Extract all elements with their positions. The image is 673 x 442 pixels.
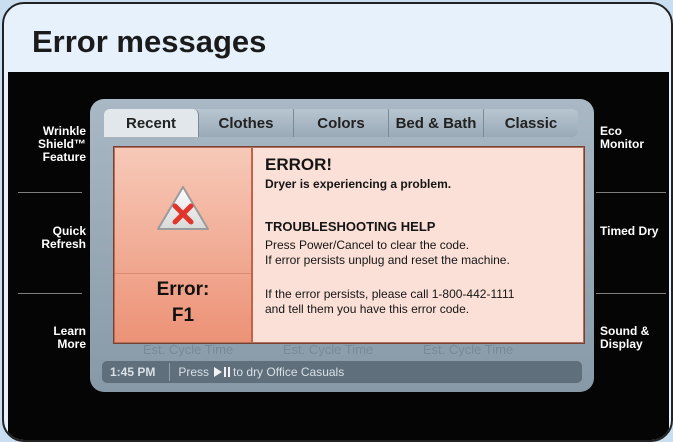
est-cycle-time: Est. Cycle Time (422, 342, 514, 357)
error-subtitle: Dryer is experiencing a problem. (265, 177, 452, 191)
divider (169, 363, 171, 381)
troubleshooting-title: TROUBLESHOOTING HELP (265, 219, 436, 234)
learn-more-button[interactable]: Learn More (22, 325, 86, 351)
eco-monitor-button[interactable]: Eco Monitor (600, 125, 668, 151)
play-pause-icon (214, 367, 231, 377)
tab-recent[interactable]: Recent (104, 109, 199, 137)
error-code-label: Error: (156, 279, 210, 300)
divider (596, 192, 666, 193)
tab-colors[interactable]: Colors (294, 109, 389, 137)
est-cycle-time: Est. Cycle Time (282, 342, 374, 357)
support-text: If the error persists, please call 1-800… (265, 287, 515, 316)
error-dialog: Error: F1 ERROR! Dryer is experiencing a… (114, 147, 584, 343)
divider (18, 293, 82, 294)
error-details: ERROR! Dryer is experiencing a problem. … (265, 148, 581, 342)
tab-clothes[interactable]: Clothes (199, 109, 294, 137)
status-hint-suffix: to dry Office Casuals (233, 365, 345, 379)
dryer-screen: Wrinkle Shield™ Feature Quick Refresh Le… (8, 72, 669, 440)
divider (115, 273, 251, 274)
divider (596, 293, 666, 294)
tab-bed-bath[interactable]: Bed & Bath (389, 109, 484, 137)
status-bar: 1:45 PM Press to dry Office Casuals (102, 361, 582, 383)
timed-dry-button[interactable]: Timed Dry (600, 225, 668, 238)
est-cycle-time: Est. Cycle Time (142, 342, 234, 357)
status-hint-prefix: Press (178, 365, 210, 379)
clock: 1:45 PM (110, 365, 156, 379)
warning-triangle-icon (157, 186, 209, 230)
error-code-panel: Error: F1 (115, 148, 253, 342)
error-title: ERROR! (265, 155, 333, 174)
page-title: Error messages (32, 24, 267, 59)
frame: Error messages Wrinkle Shield™ Feature Q… (2, 2, 673, 442)
quick-refresh-button[interactable]: Quick Refresh (22, 225, 86, 251)
error-code: F1 (171, 305, 195, 326)
tab-classic[interactable]: Classic (484, 109, 578, 137)
sound-display-button[interactable]: Sound & Display (600, 325, 668, 351)
divider (18, 192, 82, 193)
cycle-tabs: Recent Clothes Colors Bed & Bath Classic (104, 109, 578, 137)
wrinkle-shield-button[interactable]: Wrinkle Shield™ Feature (22, 125, 86, 164)
troubleshooting-text: Press Power/Cancel to clear the code. If… (265, 238, 510, 267)
